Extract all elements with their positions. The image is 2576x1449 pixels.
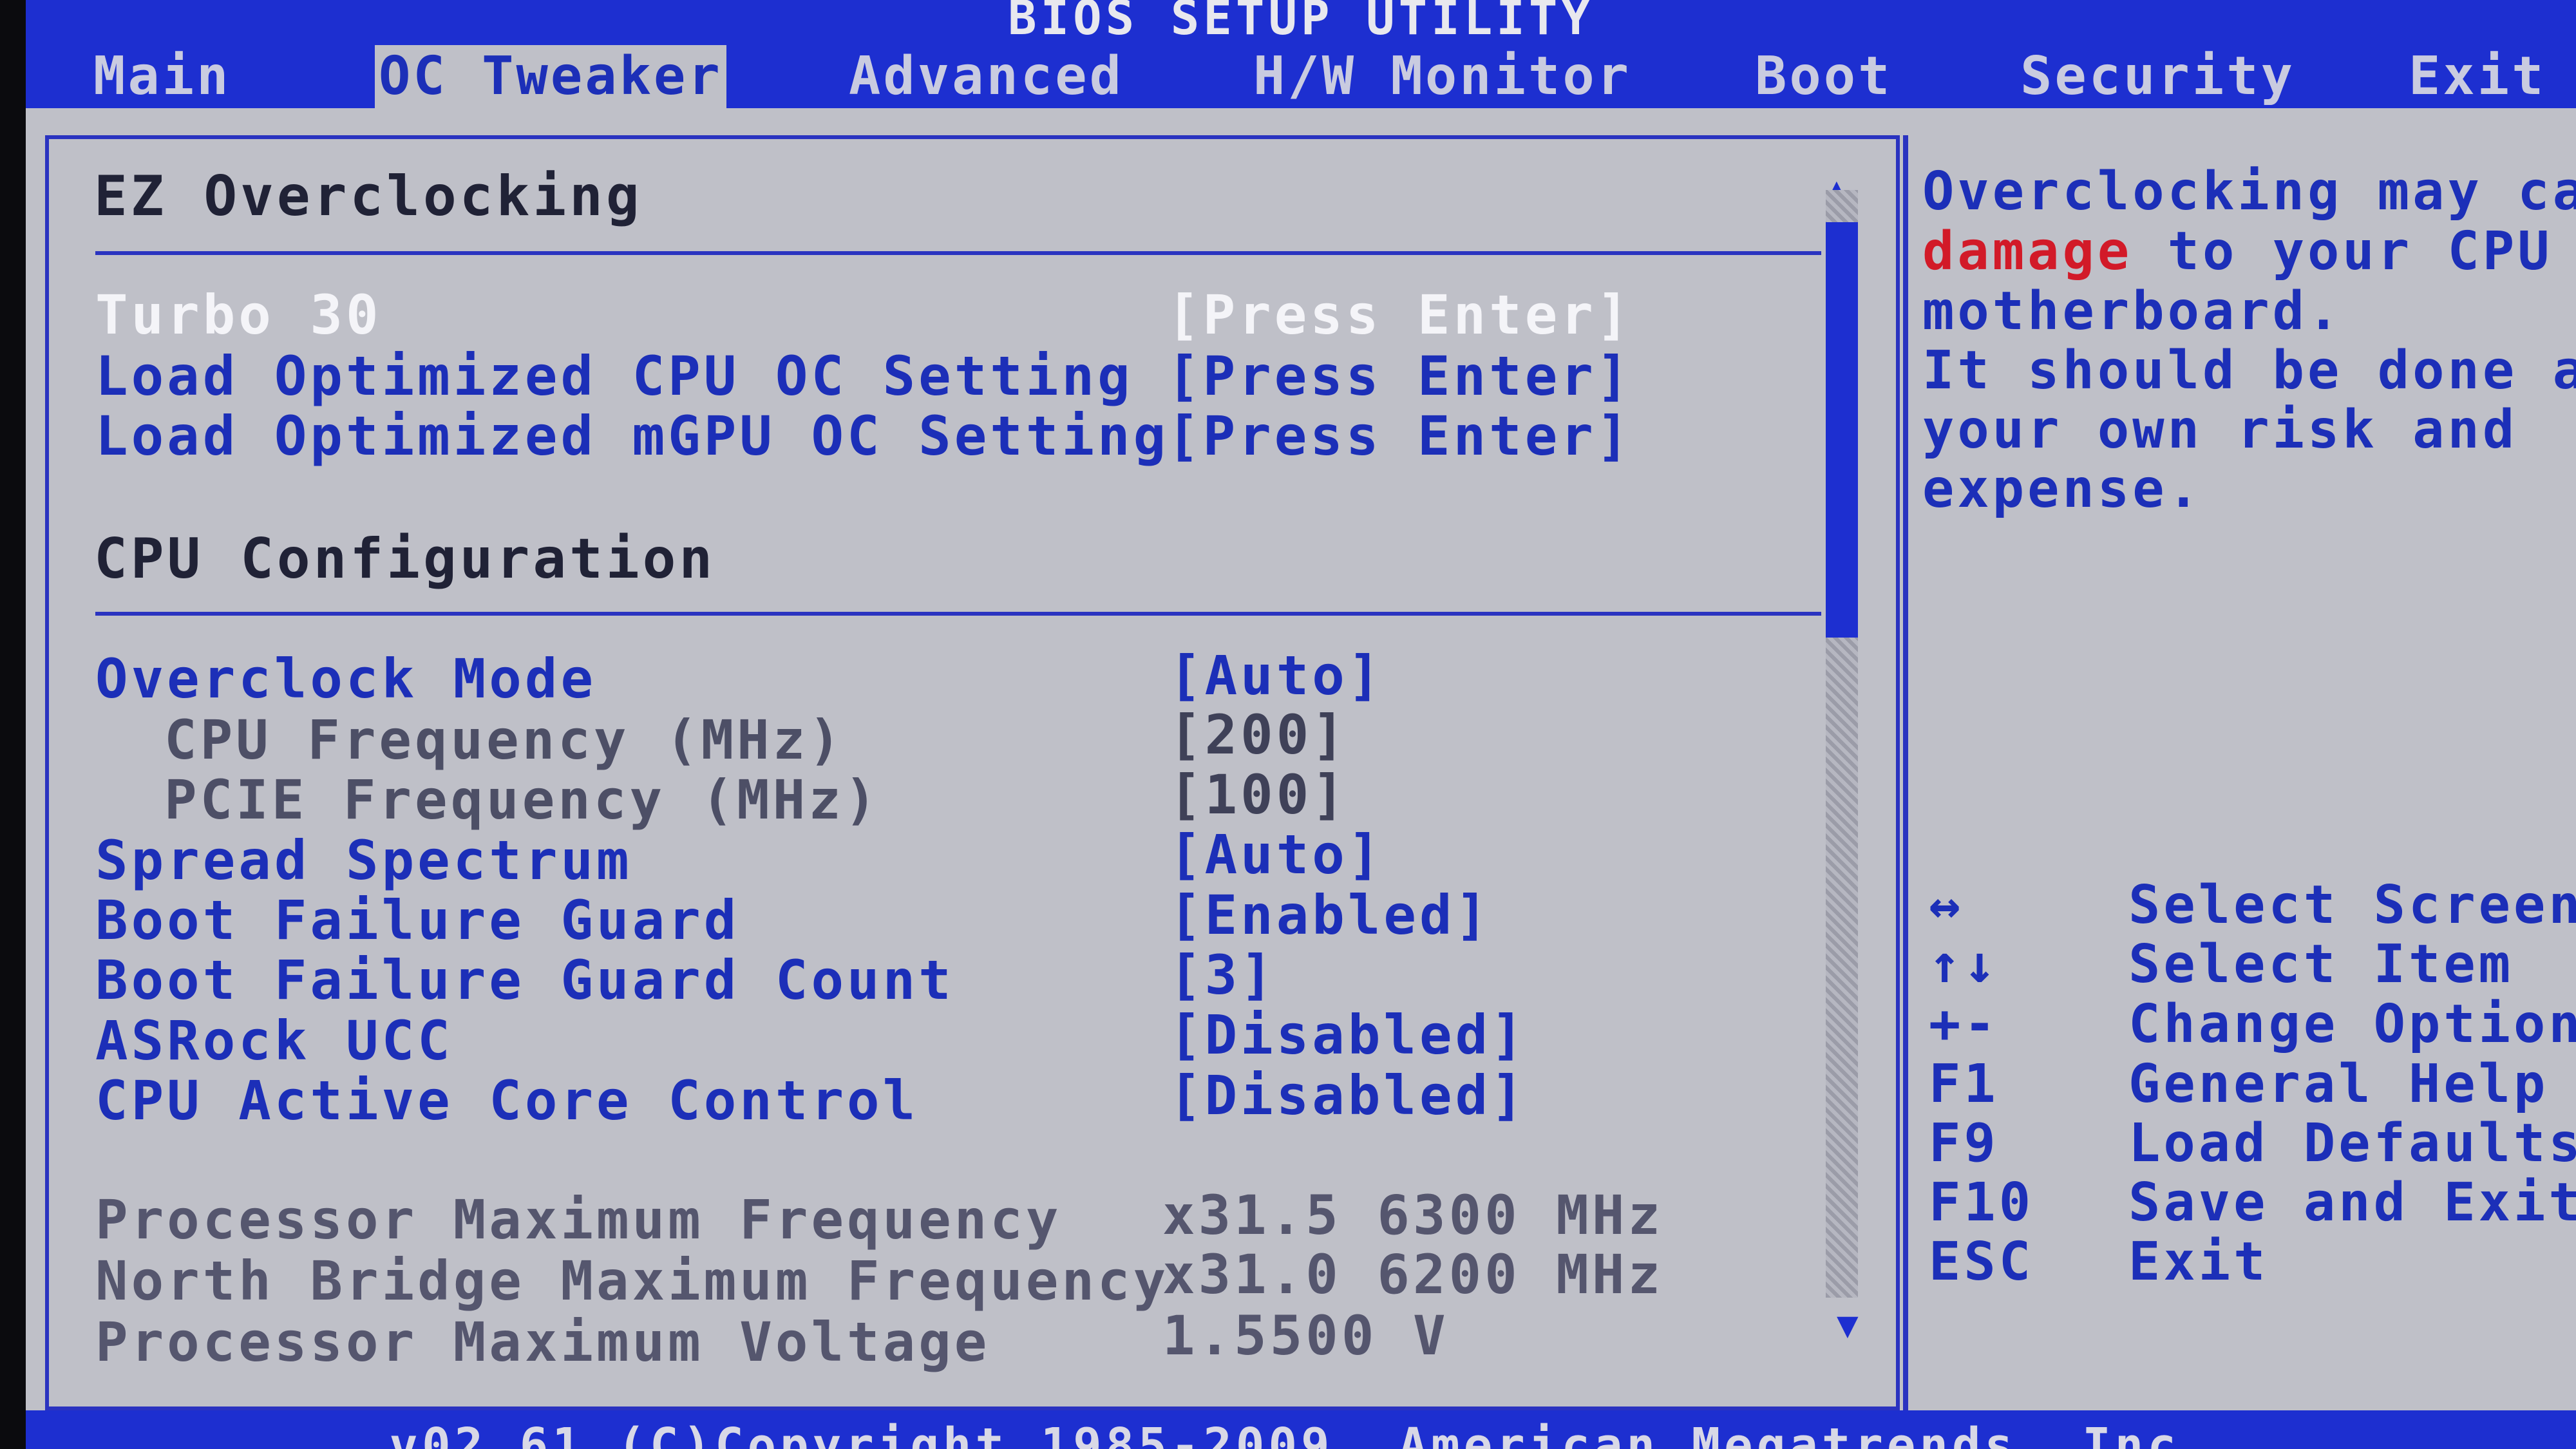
key-f9: F9 <box>1929 1113 1999 1174</box>
item-cpu-active-core-control[interactable]: CPU Active Core Control <box>95 1069 918 1132</box>
up-down-arrow-icon: ↑↓ <box>1929 934 1999 995</box>
tab-security[interactable]: Security <box>2020 45 2295 108</box>
info-processor-max-frequency: Processor Maximum Frequency <box>95 1188 1062 1251</box>
menu-bar: Main OC Tweaker Advanced H/W Monitor Boo… <box>26 45 2576 108</box>
item-spread-spectrum[interactable]: Spread Spectrum <box>95 829 632 892</box>
item-pcie-frequency[interactable]: PCIE Frequency (MHz) <box>164 768 880 831</box>
key-action-select-item: Select Item <box>2128 934 2514 995</box>
value-load-optimized-cpu-oc[interactable]: [Press Enter] <box>1167 345 1632 408</box>
help-line: Overclocking may cau <box>1922 161 2576 222</box>
item-turbo-30[interactable]: Turbo 30 <box>95 283 382 346</box>
copyright-footer: v02.61 (C)Copyright 1985-2009, American … <box>26 1410 2576 1449</box>
tab-boot[interactable]: Boot <box>1755 45 1892 108</box>
tab-hw-monitor[interactable]: H/W Monitor <box>1253 45 1631 108</box>
help-line: motherboard. <box>1922 281 2343 342</box>
key-action-load-defaults: Load Defaults <box>2128 1113 2576 1174</box>
scroll-down-arrow-icon[interactable]: ▼ <box>1837 1304 1859 1346</box>
item-boot-failure-guard[interactable]: Boot Failure Guard <box>95 889 739 952</box>
key-f1: F1 <box>1929 1054 1999 1115</box>
section-divider <box>95 251 1821 255</box>
bios-screen: BIOS SETUP UTILITY Main OC Tweaker Advan… <box>26 0 2576 1449</box>
help-line: It should be done at <box>1922 340 2576 401</box>
title-bar: BIOS SETUP UTILITY <box>26 0 2576 45</box>
value-cpu-active-core-control[interactable]: [Disabled] <box>1169 1064 1527 1127</box>
left-right-arrow-icon: ↔ <box>1929 875 1964 936</box>
scrollbar-thumb[interactable] <box>1826 222 1858 638</box>
key-action-select-screen: Select Screen <box>2128 875 2576 936</box>
item-load-optimized-mgpu-oc[interactable]: Load Optimized mGPU OC Setting <box>95 404 1169 468</box>
value-turbo-30[interactable]: [Press Enter] <box>1167 283 1632 346</box>
section-divider <box>95 612 1821 616</box>
key-esc: ESC <box>1929 1231 2034 1293</box>
key-action-save-and-exit: Save and Exit <box>2128 1172 2576 1233</box>
item-overclock-mode[interactable]: Overclock Mode <box>95 647 596 710</box>
help-line: damage to your CPU a <box>1922 221 2576 282</box>
section-heading-ez-overclocking: EZ Overclocking <box>94 164 643 229</box>
value-boot-failure-guard[interactable]: [Enabled] <box>1169 884 1491 947</box>
value-pcie-frequency[interactable]: [100] <box>1169 763 1348 826</box>
info-north-bridge-max-frequency: North Bridge Maximum Frequency <box>95 1249 1170 1312</box>
item-cpu-frequency[interactable]: CPU Frequency (MHz) <box>164 708 844 772</box>
value-load-optimized-mgpu-oc[interactable]: [Press Enter] <box>1167 404 1632 468</box>
tab-exit[interactable]: Exit <box>2409 45 2546 108</box>
info-value-north-bridge-max-frequency: x31.0 6200 MHz <box>1162 1243 1664 1306</box>
tab-main[interactable]: Main <box>93 45 231 108</box>
tab-oc-tweaker[interactable]: OC Tweaker <box>375 45 726 108</box>
key-action-general-help: General Help <box>2128 1054 2549 1115</box>
item-boot-failure-guard-count[interactable]: Boot Failure Guard Count <box>95 949 954 1012</box>
footer-text: v02.61 (C)Copyright 1985-2009, American … <box>389 1418 2213 1449</box>
help-line: your own risk and <box>1922 399 2518 460</box>
tab-advanced[interactable]: Advanced <box>849 45 1124 108</box>
key-action-change-option: Change Option <box>2128 994 2576 1055</box>
value-asrock-ucc[interactable]: [Disabled] <box>1169 1003 1527 1066</box>
info-value-processor-max-voltage: 1.5500 V <box>1162 1304 1449 1367</box>
value-boot-failure-guard-count[interactable]: [3] <box>1169 943 1276 1007</box>
help-warning-word: damage <box>1922 221 2133 282</box>
info-value-processor-max-frequency: x31.5 6300 MHz <box>1162 1184 1664 1247</box>
key-f10: F10 <box>1929 1172 2034 1233</box>
value-overclock-mode[interactable]: [Auto] <box>1169 644 1383 707</box>
key-action-exit: Exit <box>2128 1231 2269 1293</box>
plus-minus-icon: +- <box>1929 994 1999 1055</box>
help-line: expense. <box>1922 459 2202 520</box>
value-cpu-frequency[interactable]: [200] <box>1169 703 1348 766</box>
section-heading-cpu-configuration: CPU Configuration <box>94 527 716 591</box>
window-title: BIOS SETUP UTILITY <box>1008 0 1594 45</box>
item-load-optimized-cpu-oc[interactable]: Load Optimized CPU OC Setting <box>95 345 1133 408</box>
info-processor-max-voltage: Processor Maximum Voltage <box>95 1311 990 1374</box>
value-spread-spectrum[interactable]: [Auto] <box>1169 823 1383 886</box>
item-asrock-ucc[interactable]: ASRock UCC <box>95 1009 453 1072</box>
